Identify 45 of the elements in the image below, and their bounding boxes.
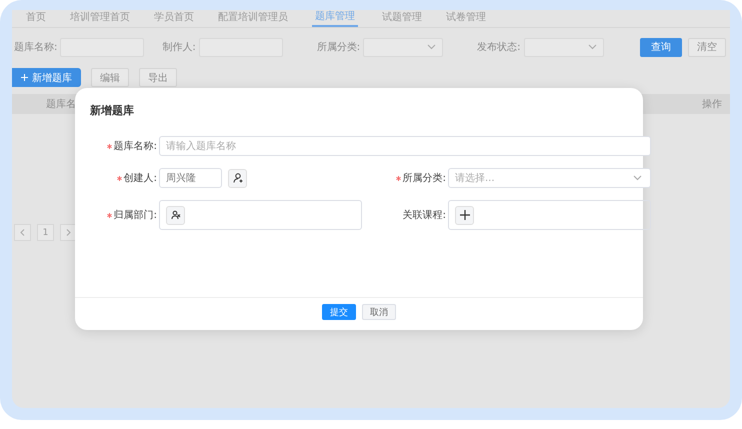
chevron-down-icon (633, 175, 642, 181)
select-field[interactable] (363, 38, 444, 56)
nav-tab[interactable]: 培训管理首页 (70, 12, 130, 27)
field-label: 题库名称: (114, 140, 157, 153)
nav-tab[interactable]: 试卷管理 (446, 12, 486, 27)
add-course-button[interactable] (455, 206, 474, 224)
dialog-button[interactable]: 提交 (322, 304, 356, 320)
plus-icon (21, 74, 28, 81)
column-header: 操作 (702, 98, 722, 111)
select-field[interactable] (524, 38, 604, 56)
page-number-button[interactable]: 1 (37, 224, 54, 241)
filter-button[interactable]: 查询 (640, 38, 682, 56)
field-label: 关联课程: (402, 208, 446, 222)
field-label: 所属分类: (402, 172, 446, 185)
chevron-left-icon (20, 229, 25, 236)
chevron-right-icon (66, 229, 71, 236)
people-icon (170, 210, 180, 220)
input-field[interactable]: 请输入题库名称 (159, 136, 651, 156)
select-person-button[interactable] (228, 168, 247, 188)
filter-button[interactable]: 清空 (688, 38, 726, 56)
previous-page-button[interactable] (14, 224, 31, 241)
filter-label: 题库名称: (14, 40, 58, 54)
dialog-button[interactable]: 取消 (362, 304, 396, 320)
nav-tab[interactable]: 题库管理 (312, 11, 358, 27)
chevron-down-icon (588, 44, 596, 50)
filter-label: 发布状态: (477, 40, 520, 54)
filter-label: 制作人: (162, 40, 196, 54)
chevron-down-icon (427, 44, 436, 50)
select-field[interactable]: 请选择... (448, 168, 651, 188)
column-header: 题库名 (46, 98, 76, 111)
person-icon (232, 173, 242, 183)
nav-tab[interactable]: 首页 (26, 12, 46, 27)
filter-label: 所属分类: (316, 40, 360, 54)
dialog-title: 新增题库 (89, 103, 135, 119)
toolbar-button[interactable]: 新增题库 (12, 68, 81, 87)
nav-tab[interactable]: 试题管理 (382, 12, 422, 27)
toolbar-button[interactable]: 编辑 (91, 68, 129, 87)
field-label: 创建人: (124, 172, 157, 185)
field-label: 归属部门: (114, 208, 157, 222)
nav-tab[interactable]: 配置培训管理员 (218, 12, 288, 27)
nav-tab[interactable]: 学员首页 (154, 12, 194, 27)
select-department-button[interactable] (166, 206, 185, 224)
plus-icon (460, 210, 470, 220)
input-field[interactable]: 周兴隆 (159, 168, 222, 188)
toolbar-button[interactable]: 导出 (139, 68, 177, 87)
